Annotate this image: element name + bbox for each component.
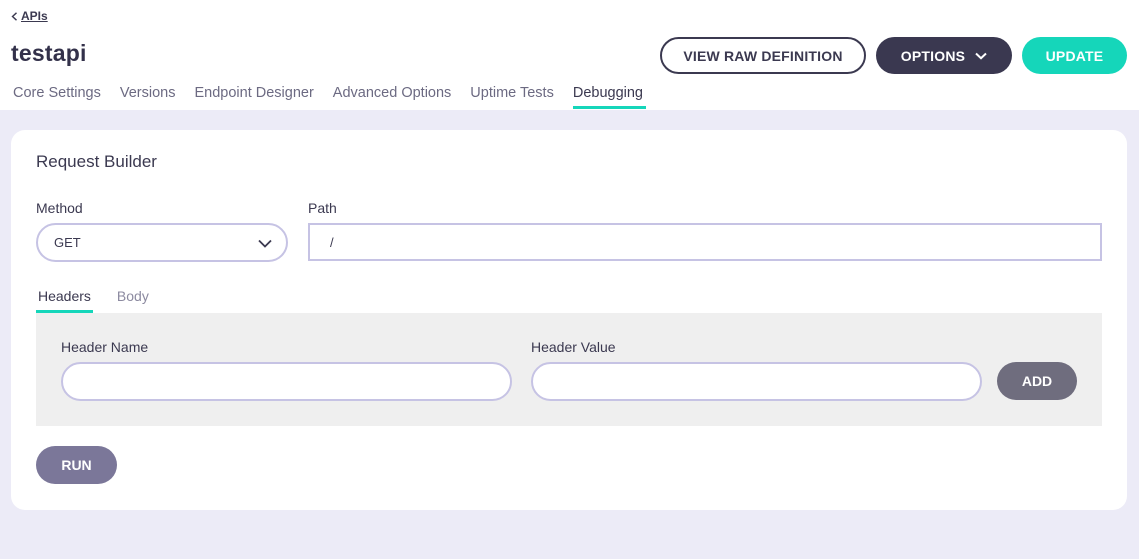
back-link-label: APIs bbox=[21, 9, 48, 23]
chevron-down-icon bbox=[975, 52, 987, 60]
page-title: testapi bbox=[11, 40, 87, 66]
tab-core-settings[interactable]: Core Settings bbox=[13, 85, 101, 107]
request-builder-card: Request Builder Method GET Path / Header… bbox=[11, 130, 1127, 510]
tab-debugging[interactable]: Debugging bbox=[572, 85, 647, 109]
view-raw-definition-button[interactable]: VIEW RAW DEFINITION bbox=[660, 37, 866, 74]
back-to-apis-link[interactable]: APIs bbox=[11, 9, 48, 23]
header-name-input[interactable] bbox=[61, 362, 512, 401]
chevron-left-icon bbox=[11, 11, 17, 21]
header-actions: VIEW RAW DEFINITION OPTIONS UPDATE bbox=[660, 37, 1127, 74]
method-value: GET bbox=[54, 235, 81, 250]
header-name-label: Header Name bbox=[61, 339, 149, 355]
chevron-down-icon bbox=[258, 239, 272, 248]
method-label: Method bbox=[36, 200, 83, 216]
page-header: APIs testapi VIEW RAW DEFINITION OPTIONS… bbox=[0, 0, 1139, 110]
subtab-body[interactable]: Body bbox=[115, 288, 151, 310]
run-button[interactable]: RUN bbox=[36, 446, 117, 484]
options-button[interactable]: OPTIONS bbox=[876, 37, 1012, 74]
header-value-label: Header Value bbox=[531, 339, 616, 355]
tab-uptime-tests[interactable]: Uptime Tests bbox=[470, 85, 554, 107]
path-label: Path bbox=[308, 200, 337, 216]
tab-endpoint-designer[interactable]: Endpoint Designer bbox=[194, 85, 313, 107]
options-label: OPTIONS bbox=[900, 47, 966, 64]
tab-versions[interactable]: Versions bbox=[120, 85, 176, 107]
api-tabs: Core Settings Versions Endpoint Designer… bbox=[13, 85, 647, 109]
header-value-input[interactable] bbox=[531, 362, 982, 401]
path-input[interactable]: / bbox=[308, 223, 1102, 261]
tab-advanced-options[interactable]: Advanced Options bbox=[333, 85, 452, 107]
subtab-headers[interactable]: Headers bbox=[36, 288, 93, 313]
request-subtabs: Headers Body bbox=[36, 288, 151, 313]
update-button[interactable]: UPDATE bbox=[1022, 37, 1127, 74]
add-header-button[interactable]: ADD bbox=[997, 362, 1077, 400]
method-select[interactable]: GET bbox=[36, 223, 288, 262]
request-builder-title: Request Builder bbox=[36, 152, 157, 171]
headers-panel: Header Name Header Value ADD bbox=[36, 313, 1102, 426]
